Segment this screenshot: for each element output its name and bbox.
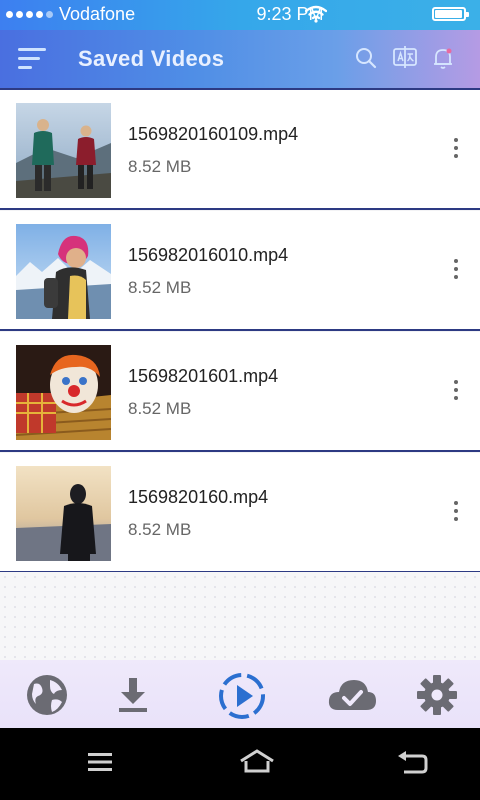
video-thumbnail[interactable] <box>16 224 111 319</box>
video-list: 1569820160109.mp4 8.52 MB 156982016010.m… <box>0 90 480 574</box>
video-size: 8.52 MB <box>128 278 192 297</box>
more-options-icon[interactable] <box>452 380 460 404</box>
status-bar: Vodafone 9:23 PM <box>0 0 480 30</box>
video-thumbnail[interactable] <box>16 466 111 561</box>
video-filename: 156982016010.mp4 <box>128 245 289 265</box>
video-thumbnail[interactable] <box>16 103 111 198</box>
list-item[interactable]: 1569820160.mp4 8.52 MB <box>0 453 480 573</box>
page-title: Saved Videos <box>78 46 225 71</box>
video-thumbnail[interactable] <box>16 345 111 440</box>
home-icon[interactable] <box>238 748 276 776</box>
download-icon[interactable] <box>110 672 156 718</box>
clock: 9:23 PM <box>256 4 324 24</box>
browser-globe-icon[interactable] <box>24 672 70 718</box>
system-navigation-bar <box>0 728 480 800</box>
video-filename: 15698201601.mp4 <box>128 366 279 386</box>
list-item[interactable]: 15698201601.mp4 8.52 MB <box>0 332 480 452</box>
bell-icon[interactable] <box>432 46 454 70</box>
more-options-icon[interactable] <box>452 501 460 525</box>
more-options-icon[interactable] <box>452 138 460 162</box>
video-size: 8.52 MB <box>128 520 192 539</box>
menu-icon[interactable] <box>18 48 46 70</box>
empty-area <box>0 572 480 660</box>
translate-icon[interactable] <box>392 44 418 70</box>
list-item[interactable]: 156982016010.mp4 8.52 MB <box>0 211 480 331</box>
search-icon[interactable] <box>354 46 378 70</box>
bottom-navigation <box>0 660 480 728</box>
battery-icon <box>432 7 469 21</box>
settings-gear-icon[interactable] <box>414 672 460 718</box>
cloud-check-icon[interactable] <box>326 672 378 718</box>
play-icon[interactable] <box>216 670 268 722</box>
list-item[interactable]: 1569820160109.mp4 8.52 MB <box>0 90 480 210</box>
video-filename: 1569820160109.mp4 <box>128 124 299 144</box>
video-size: 8.52 MB <box>128 399 192 418</box>
video-size: 8.52 MB <box>128 157 192 176</box>
menu-lines-icon[interactable] <box>86 750 114 774</box>
app-bar: Saved Videos <box>0 30 480 90</box>
more-options-icon[interactable] <box>452 259 460 283</box>
back-icon[interactable] <box>396 750 428 776</box>
video-filename: 1569820160.mp4 <box>128 487 269 507</box>
